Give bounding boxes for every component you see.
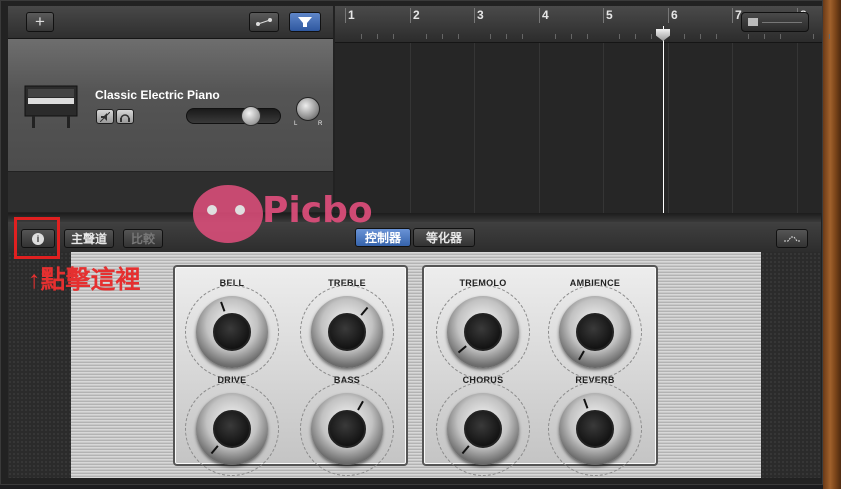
automation-icon [784, 236, 800, 241]
plus-icon: + [35, 12, 45, 31]
zoom-slider[interactable] [741, 12, 809, 32]
automation-view-button[interactable] [776, 229, 808, 248]
editor-divider[interactable] [8, 213, 821, 222]
ruler-beat-tick [522, 34, 524, 39]
grid-bar-line [410, 43, 411, 213]
ruler-beat-tick [571, 34, 573, 39]
automation-button[interactable] [249, 12, 279, 32]
volume-slider[interactable] [186, 108, 281, 124]
ruler-bar-tick [603, 8, 604, 23]
pan-knob[interactable] [296, 97, 320, 121]
ruler-beat-tick [716, 34, 718, 39]
ruler-bar-tick [732, 8, 733, 23]
ruler-beat-tick [635, 34, 637, 39]
ruler-bar-number: 2 [413, 8, 420, 22]
ruler-bar-tick [668, 8, 669, 23]
zoom-track [762, 22, 802, 23]
ruler-beat-tick [619, 34, 621, 39]
headphone-icon [120, 113, 130, 122]
pan-left-label: L [294, 121, 298, 127]
ruler-beat-tick [458, 34, 460, 39]
mute-button[interactable] [96, 109, 114, 124]
ruler-bar-number: 1 [348, 8, 355, 22]
ruler-beat-tick [555, 34, 557, 39]
ruler-beat-tick [377, 34, 379, 39]
highlight-box [14, 217, 60, 259]
ruler-beat-tick [393, 34, 395, 39]
ruler-beat-tick [587, 34, 589, 39]
ruler-beat-tick [700, 34, 702, 39]
electric-piano-icon [24, 85, 78, 128]
tab-equalizer[interactable]: 等化器 [413, 228, 475, 247]
ruler-bar-number: 3 [477, 8, 484, 22]
annotation-text: ↑點擊這裡 [28, 266, 141, 294]
grid-bar-line [732, 43, 733, 213]
grid-bar-line [603, 43, 604, 213]
tracks-header-bar [8, 6, 333, 39]
wood-side-panel [823, 0, 841, 489]
treble-knob[interactable] [311, 296, 383, 368]
playhead-line [663, 26, 664, 213]
ruler-beat-tick [829, 34, 831, 39]
filter-icon [298, 17, 312, 27]
automation-icon [256, 18, 272, 26]
ruler-beat-tick [764, 34, 766, 39]
bass-knob[interactable] [311, 393, 383, 465]
ruler-bar-tick [345, 8, 346, 23]
ruler-beat-tick [361, 34, 363, 39]
ruler-beat-tick [506, 34, 508, 39]
ruler-beat-tick [684, 34, 686, 39]
ruler-beat-tick [651, 34, 653, 39]
ruler-bar-tick [410, 8, 411, 23]
bell-knob[interactable] [196, 296, 268, 368]
drive-knob[interactable] [196, 393, 268, 465]
grid-bar-line [474, 43, 475, 213]
ruler-bar-tick [539, 8, 540, 23]
watermark-logo [193, 185, 263, 243]
watermark-text: Picbo [262, 190, 373, 231]
ruler-beat-tick [780, 34, 782, 39]
ruler-beat-tick [442, 34, 444, 39]
ruler-beat-tick [490, 34, 492, 39]
ruler-bar-number: 4 [542, 8, 549, 22]
grid-bar-line [539, 43, 540, 213]
amp-right-tolex [761, 252, 821, 478]
grid-bar-line [797, 43, 798, 213]
reverb-knob[interactable] [559, 393, 631, 465]
master-button[interactable]: 主聲道 [64, 229, 114, 248]
zoom-handle[interactable] [748, 18, 758, 26]
ruler-beat-tick [426, 34, 428, 39]
filter-button[interactable] [289, 12, 321, 32]
mute-icon [100, 111, 110, 122]
compare-button[interactable]: 比較 [123, 229, 163, 248]
grid-bar-line [668, 43, 669, 213]
add-track-button[interactable]: + [26, 12, 54, 32]
volume-slider-knob[interactable] [241, 106, 261, 126]
ruler-bar-number: 6 [671, 8, 678, 22]
tremolo-knob[interactable] [447, 296, 519, 368]
chorus-knob[interactable] [447, 393, 519, 465]
headphone-button[interactable] [116, 109, 134, 124]
ruler-bar-tick [474, 8, 475, 23]
pan-right-label: R [318, 121, 323, 127]
ruler-bar-number: 5 [606, 8, 613, 22]
ruler-beat-tick [748, 34, 750, 39]
track-name: Classic Electric Piano [95, 88, 220, 102]
track-region-area[interactable] [335, 43, 822, 213]
ruler-beat-tick [813, 34, 815, 39]
ambience-knob[interactable] [559, 296, 631, 368]
